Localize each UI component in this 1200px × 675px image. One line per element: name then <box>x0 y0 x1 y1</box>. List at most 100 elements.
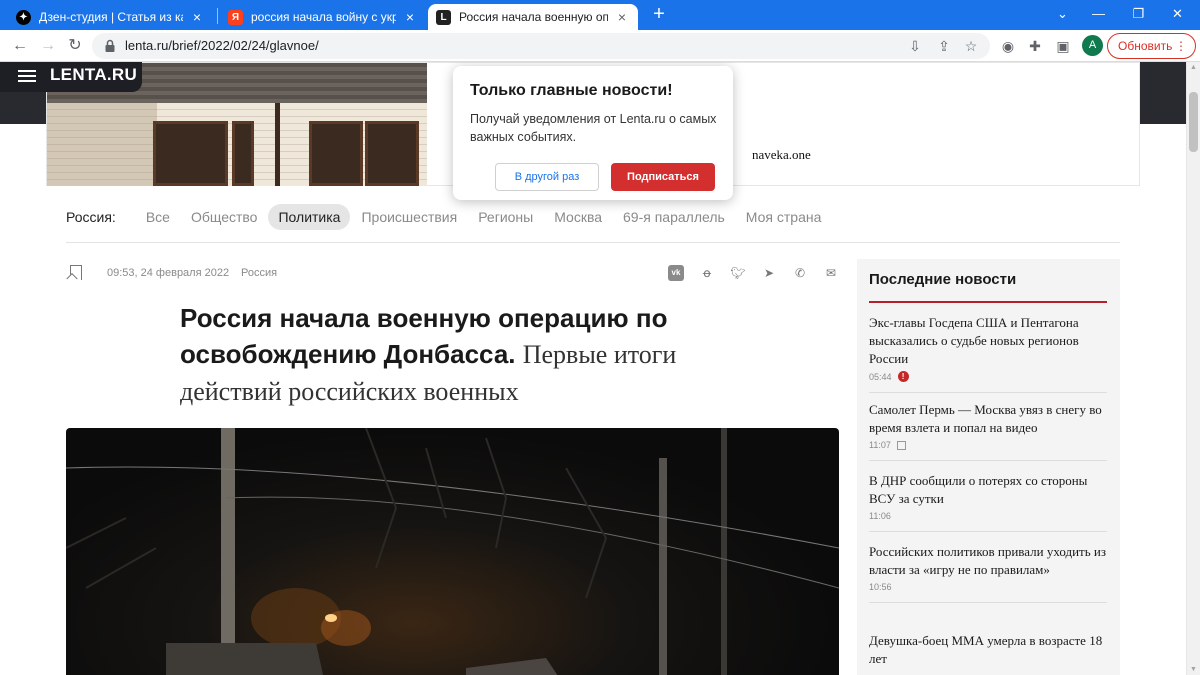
news-title[interactable]: В ДНР сообщили о потерях со стороны ВСУ … <box>869 472 1107 508</box>
news-title[interactable]: Девушка-боец ММА умерла в возрасте 18 ле… <box>869 632 1107 668</box>
tab-lenta[interactable]: L Россия начала военную операц × <box>428 4 638 30</box>
hot-badge-icon: ! <box>897 371 909 382</box>
page-content: naveka.one LENTA.RU Только главные новос… <box>0 62 1186 675</box>
puzzle-icon[interactable]: ✚ <box>1025 36 1045 56</box>
rubric-label: Россия: <box>66 208 116 225</box>
site-logo[interactable]: LENTA.RU <box>50 65 137 85</box>
rubric-society[interactable]: Общество <box>181 204 268 230</box>
news-time: 11:07 <box>869 440 891 450</box>
rubric-moscow[interactable]: Москва <box>544 204 612 230</box>
news-item[interactable]: Российских политиков привали уходить из … <box>869 543 1107 603</box>
subscribe-button[interactable]: Подписаться <box>611 163 715 191</box>
popup-text: Получай уведомления от Lenta.ru о самых … <box>470 112 717 144</box>
menu-icon[interactable] <box>18 70 36 82</box>
accent-line <box>869 301 1107 303</box>
reload-icon[interactable]: ↻ <box>63 34 87 58</box>
avatar[interactable]: A <box>1082 35 1103 56</box>
news-title[interactable]: Российских политиков привали уходить из … <box>869 543 1107 579</box>
article-headline: Россия начала военную операцию по освобо… <box>180 300 700 410</box>
rubric-all[interactable]: Все <box>136 204 180 230</box>
tab-title: Дзен-студия | Статья из картинс <box>39 10 183 24</box>
window <box>309 121 363 186</box>
twitter-icon[interactable]: 🐦︎ <box>730 265 746 281</box>
news-time: 10:56 <box>869 582 892 592</box>
divider <box>869 460 1107 461</box>
email-icon[interactable]: ✉ <box>823 265 839 281</box>
sidepanel-icon[interactable]: ▣ <box>1053 36 1073 56</box>
close-icon[interactable]: × <box>189 9 205 25</box>
popup-title: Только главные новости! <box>470 82 673 99</box>
scroll-up-icon[interactable]: ▲ <box>1190 64 1197 71</box>
news-item[interactable]: В ДНР сообщили о потерях со стороны ВСУ … <box>869 472 1107 532</box>
rubric-incidents[interactable]: Происшествия <box>351 204 467 230</box>
update-button[interactable]: Обновить ⋮ <box>1107 33 1196 59</box>
url-text: lenta.ru/brief/2022/02/24/glavnoe/ <box>125 38 319 53</box>
latest-news-title: Последние новости <box>869 271 1017 288</box>
divider <box>869 531 1107 532</box>
external-link-icon <box>896 440 906 450</box>
lock-icon <box>105 39 115 52</box>
divider <box>869 602 1107 603</box>
notification-popup: Только главные новости! Получай уведомле… <box>453 66 733 200</box>
rubric-regions[interactable]: Регионы <box>468 204 543 230</box>
news-time: 05:44 <box>869 371 892 382</box>
rubric-nav: Россия: Все Общество Политика Происшеств… <box>66 203 832 230</box>
window <box>232 121 254 186</box>
menu-dots-icon: ⋮ <box>1175 39 1187 53</box>
rubric-my-country[interactable]: Моя страна <box>736 204 832 230</box>
zen-icon: ✦ <box>16 9 31 25</box>
ad-advertiser[interactable]: naveka.one <box>752 147 811 163</box>
news-item[interactable]: Экс-главы Госдепа США и Пентагона высказ… <box>869 314 1107 393</box>
tab-separator <box>217 8 218 24</box>
window <box>153 121 228 186</box>
scrollbar[interactable]: ▲ ▼ <box>1186 62 1200 675</box>
news-item[interactable]: Девушка-боец ММА умерла в возрасте 18 ле… <box>869 632 1107 668</box>
extension-ext-icon[interactable]: ◉ <box>998 36 1018 56</box>
news-title[interactable]: Экс-главы Госдепа США и Пентагона высказ… <box>869 314 1107 368</box>
news-item[interactable]: Самолет Пермь — Москва увяз в снегу во в… <box>869 401 1107 461</box>
vk-icon[interactable]: vk <box>668 265 684 281</box>
new-tab-button[interactable]: + <box>648 4 670 26</box>
close-icon[interactable]: × <box>402 9 418 25</box>
latest-news: Последние новости Экс-главы Госдепа США … <box>857 259 1120 675</box>
lenta-icon: L <box>436 9 451 25</box>
article-section[interactable]: Россия <box>241 267 277 279</box>
tab-title: россия начала войну с украино <box>251 10 396 24</box>
yandex-icon: Я <box>228 9 243 25</box>
browser-toolbar: ← → ↻ lenta.ru/brief/2022/02/24/glavnoe/… <box>0 30 1200 62</box>
news-time: 11:06 <box>869 511 891 521</box>
window-close-icon[interactable]: ✕ <box>1155 0 1200 30</box>
tab-yandex[interactable]: Я россия начала войну с украино × <box>220 4 426 30</box>
star-icon[interactable]: ☆ <box>961 36 981 56</box>
install-icon[interactable]: ⇩ <box>905 36 925 56</box>
rubric-69-parallel[interactable]: 69-я параллель <box>613 204 735 230</box>
whatsapp-icon[interactable]: ✆ <box>792 265 808 281</box>
share-icon[interactable]: ⇪ <box>934 36 954 56</box>
scrollbar-thumb[interactable] <box>1189 92 1198 152</box>
update-label: Обновить <box>1118 39 1173 53</box>
article-datetime: 09:53, 24 февраля 2022 <box>107 267 230 279</box>
wall-shadow <box>47 103 157 186</box>
back-icon[interactable]: ← <box>8 34 32 58</box>
drainpipe <box>275 103 280 186</box>
night-scene <box>66 428 839 675</box>
telegram-icon[interactable]: ➤ <box>761 265 777 281</box>
close-icon[interactable]: × <box>614 9 630 25</box>
tab-title: Россия начала военную операц <box>459 10 608 24</box>
divider <box>869 392 1107 393</box>
address-bar[interactable]: lenta.ru/brief/2022/02/24/glavnoe/ <box>92 33 990 59</box>
tab-strip: ✦ Дзен-студия | Статья из картинс × Я ро… <box>0 0 1200 30</box>
tab-zen[interactable]: ✦ Дзен-студия | Статья из картинс × <box>8 4 213 30</box>
odnoklassniki-icon[interactable]: ꝋ <box>699 265 715 281</box>
logo-container: LENTA.RU <box>0 62 142 92</box>
later-button[interactable]: В другой раз <box>495 163 599 191</box>
share-buttons: vk ꝋ 🐦︎ ➤ ✆ ✉ <box>668 265 854 281</box>
scroll-down-icon[interactable]: ▼ <box>1190 666 1197 673</box>
news-title[interactable]: Самолет Пермь — Москва увяз в снегу во в… <box>869 401 1107 437</box>
bookmark-icon[interactable] <box>70 265 82 280</box>
forward-icon[interactable]: → <box>36 34 60 58</box>
minimize-icon[interactable]: — <box>1076 0 1121 30</box>
window <box>365 121 419 186</box>
article-photo <box>66 428 839 675</box>
rubric-politics[interactable]: Политика <box>268 203 351 230</box>
